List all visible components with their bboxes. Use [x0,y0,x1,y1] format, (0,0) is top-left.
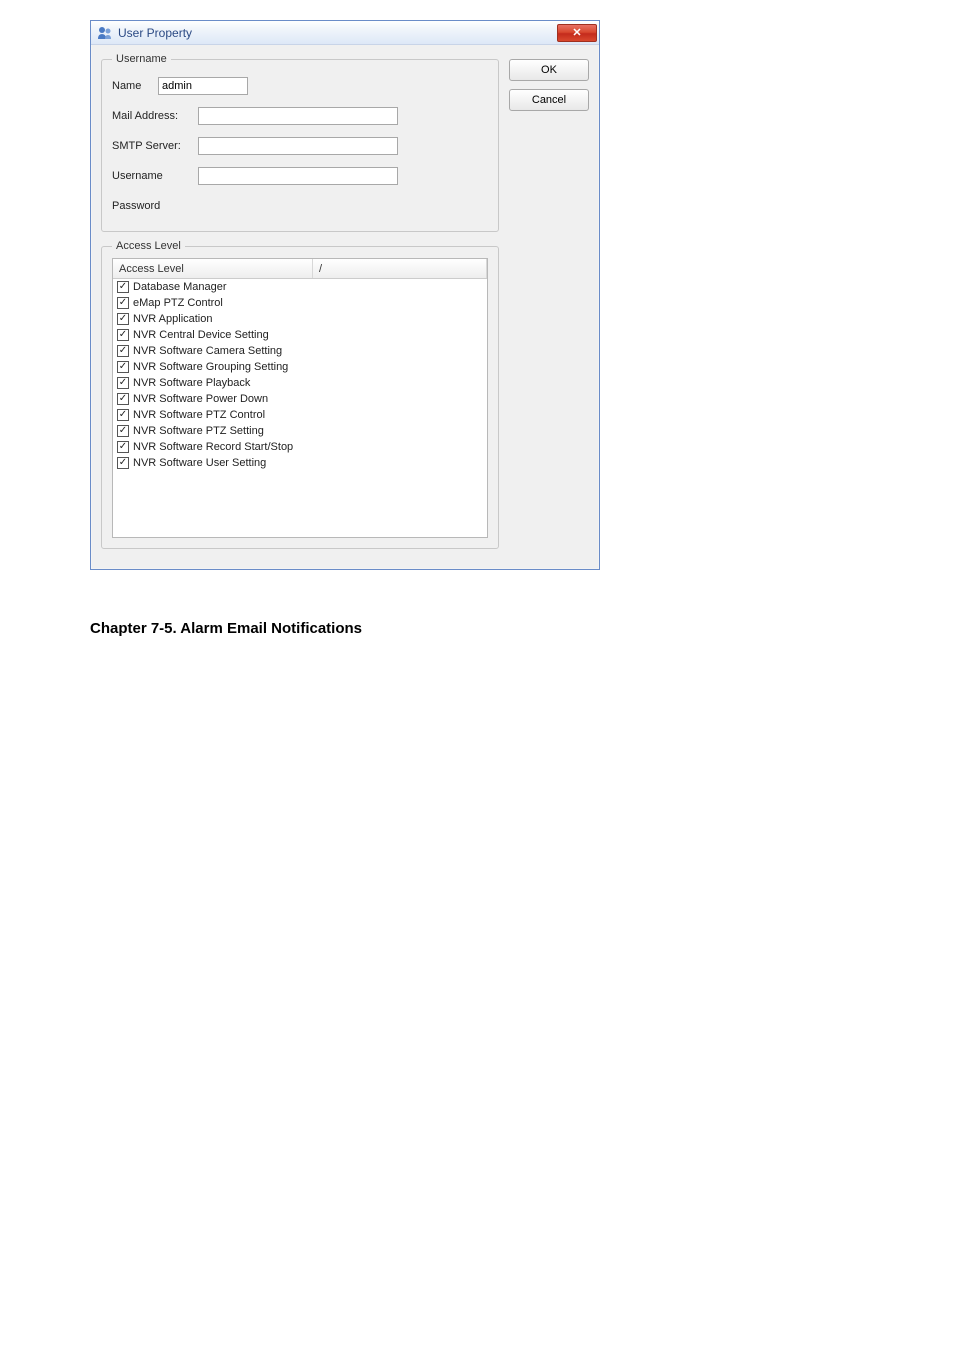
list-item[interactable]: eMap PTZ Control [113,295,487,311]
checkbox-icon[interactable] [117,361,129,373]
list-item[interactable]: NVR Central Device Setting [113,327,487,343]
list-item[interactable]: NVR Software Power Down [113,391,487,407]
listview-header: Access Level / [113,259,487,279]
checkbox-icon[interactable] [117,393,129,405]
list-item-label: Database Manager [133,281,227,293]
list-item-label: NVR Software Playback [133,377,250,389]
list-item[interactable]: Database Manager [113,279,487,295]
list-item-label: NVR Software User Setting [133,457,266,469]
list-item[interactable]: NVR Software Record Start/Stop [113,439,487,455]
password-label: Password [112,200,192,212]
username-legend: Username [112,53,171,65]
list-item-label: NVR Software PTZ Setting [133,425,264,437]
access-level-group: Access Level Access Level / Database Man… [101,240,499,549]
close-button[interactable]: ✕ [557,24,597,42]
ok-button[interactable]: OK [509,59,589,81]
list-item-label: NVR Software Grouping Setting [133,361,288,373]
titlebar[interactable]: User Property ✕ [91,21,599,45]
user-property-dialog: User Property ✕ Username Name Mail Addre… [90,20,600,570]
checkbox-icon[interactable] [117,457,129,469]
checkbox-icon[interactable] [117,425,129,437]
mail-input[interactable] [198,107,398,125]
list-item-label: eMap PTZ Control [133,297,223,309]
list-item-label: NVR Central Device Setting [133,329,269,341]
header-col-2[interactable]: / [313,259,487,278]
username-group: Username Name Mail Address: SMTP Server: [101,53,499,232]
list-item[interactable]: NVR Software PTZ Setting [113,423,487,439]
close-icon: ✕ [572,26,581,39]
smtp-input[interactable] [198,137,398,155]
checkbox-icon[interactable] [117,409,129,421]
checkbox-icon[interactable] [117,377,129,389]
checkbox-icon[interactable] [117,345,129,357]
checkbox-icon[interactable] [117,297,129,309]
list-item[interactable]: NVR Software PTZ Control [113,407,487,423]
name-label: Name [112,80,152,92]
list-item-label: NVR Software PTZ Control [133,409,265,421]
smtp-label: SMTP Server: [112,140,192,152]
list-item[interactable]: NVR Software Playback [113,375,487,391]
access-listview[interactable]: Access Level / Database Manager eMap PTZ … [112,258,488,538]
checkbox-icon[interactable] [117,281,129,293]
user-group-icon [97,25,113,41]
list-item-label: NVR Application [133,313,213,325]
list-item[interactable]: NVR Software Grouping Setting [113,359,487,375]
cancel-button[interactable]: Cancel [509,89,589,111]
checkbox-icon[interactable] [117,313,129,325]
access-legend: Access Level [112,240,185,252]
list-item[interactable]: NVR Software User Setting [113,455,487,471]
list-item-label: NVR Software Camera Setting [133,345,282,357]
list-item[interactable]: NVR Application [113,311,487,327]
username-input[interactable] [198,167,398,185]
chapter-heading: Chapter 7-5. Alarm Email Notifications [90,620,864,637]
list-item[interactable]: NVR Software Camera Setting [113,343,487,359]
list-item-label: NVR Software Power Down [133,393,268,405]
list-item-label: NVR Software Record Start/Stop [133,441,293,453]
checkbox-icon[interactable] [117,329,129,341]
checkbox-icon[interactable] [117,441,129,453]
header-col-access[interactable]: Access Level [113,259,313,278]
name-input[interactable] [158,77,248,95]
title-text: User Property [118,26,557,40]
username-label: Username [112,170,192,182]
mail-label: Mail Address: [112,110,192,122]
